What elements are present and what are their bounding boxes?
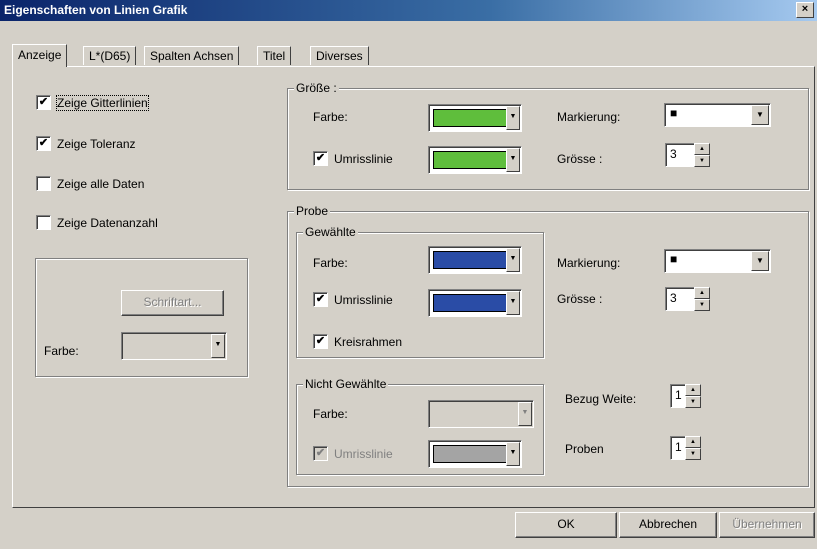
- checkbox-zeige-alle-daten[interactable]: [36, 176, 51, 191]
- proben-value: 1: [675, 440, 682, 454]
- groesse-groesse-label: Grösse :: [557, 152, 603, 166]
- nicht-gewaehlte-farbe-label: Farbe:: [313, 407, 348, 421]
- ok-button[interactable]: OK: [515, 512, 617, 538]
- nicht-gewaehlte-umriss-picker[interactable]: ▼: [428, 440, 522, 468]
- groesse-umriss-swatch: [433, 151, 507, 169]
- gewaehlte-title: Gewählte: [303, 225, 358, 239]
- groesse-markierung-select[interactable]: ■ ▼: [664, 103, 771, 127]
- bezug-weite-value: 1: [675, 388, 682, 402]
- label-zeige-alle-daten: Zeige alle Daten: [57, 177, 145, 191]
- chevron-down-icon: ▼: [506, 148, 520, 172]
- spin-down-icon[interactable]: ▼: [685, 396, 701, 408]
- groesse-title: Größe :: [294, 81, 339, 95]
- groesse-farbe-label: Farbe:: [313, 110, 348, 124]
- schriftart-button[interactable]: Schriftart...: [121, 290, 224, 316]
- label-zeige-datenanzahl: Zeige Datenanzahl: [57, 216, 158, 230]
- label-zeige-gitterlinien: Zeige Gitterlinien: [56, 95, 149, 111]
- square-icon: ■: [670, 252, 678, 266]
- checkbox-groesse-umrisslinie[interactable]: ✔: [313, 151, 328, 166]
- gewaehlte-farbe-swatch: [433, 251, 507, 269]
- tab-l-d65[interactable]: L*(D65): [83, 46, 137, 65]
- checkbox-zeige-gitterlinien[interactable]: ✔: [36, 95, 51, 110]
- tab-titel[interactable]: Titel: [257, 46, 292, 65]
- tab-anzeige[interactable]: Anzeige: [12, 44, 68, 67]
- groesse-umriss-label: Umrisslinie: [334, 152, 393, 166]
- spin-down-icon[interactable]: ▼: [685, 448, 701, 460]
- probe-groesse-value: 3: [670, 291, 677, 305]
- probe-groesse-spinner[interactable]: 3 ▲ ▼: [665, 287, 711, 311]
- probe-title: Probe: [294, 204, 331, 218]
- groesse-umriss-picker[interactable]: ▼: [428, 146, 522, 174]
- groesse-farbe-picker[interactable]: ▼: [428, 104, 522, 132]
- gewaehlte-farbe-label: Farbe:: [313, 256, 348, 270]
- spin-down-icon[interactable]: ▼: [694, 299, 710, 311]
- spin-up-icon[interactable]: ▲: [694, 143, 710, 155]
- cancel-button[interactable]: Abbrechen: [619, 512, 717, 538]
- groesse-markierung-label: Markierung:: [557, 110, 621, 124]
- gewaehlte-farbe-picker[interactable]: ▼: [428, 246, 522, 274]
- close-button[interactable]: ×: [796, 2, 814, 18]
- chevron-down-icon: ▼: [506, 248, 520, 272]
- groesse-groesse-value: 3: [670, 147, 677, 161]
- spin-up-icon[interactable]: ▲: [694, 287, 710, 299]
- nicht-gewaehlte-umriss-swatch: [433, 445, 507, 463]
- chevron-down-icon: ▼: [211, 334, 225, 358]
- spin-down-icon[interactable]: ▼: [694, 155, 710, 167]
- groesse-farbe-swatch: [433, 109, 507, 127]
- chevron-down-icon: ▼: [751, 105, 769, 125]
- gewaehlte-umriss-picker[interactable]: ▼: [428, 289, 522, 317]
- chevron-down-icon: ▼: [518, 402, 532, 426]
- checkbox-nicht-gewaehlte-umrisslinie[interactable]: ✔: [313, 446, 328, 461]
- proben-label: Proben: [565, 442, 604, 456]
- bezug-weite-spinner[interactable]: 1 ▲ ▼: [670, 384, 716, 408]
- chevron-down-icon: ▼: [506, 442, 520, 466]
- kreisrahmen-label: Kreisrahmen: [334, 335, 403, 349]
- probe-groesse-label: Grösse :: [557, 292, 603, 306]
- probe-markierung-select[interactable]: ■ ▼: [664, 249, 771, 273]
- chevron-down-icon: ▼: [506, 106, 520, 130]
- window-title: Eigenschaften von Linien Grafik: [4, 3, 188, 17]
- nicht-gewaehlte-farbe-picker[interactable]: ▼: [428, 400, 534, 428]
- title-bar: Eigenschaften von Linien Grafik ×: [0, 0, 817, 21]
- left-farbe-label: Farbe:: [44, 344, 79, 358]
- spin-up-icon[interactable]: ▲: [685, 384, 701, 396]
- checkbox-kreisrahmen[interactable]: ✔: [313, 334, 328, 349]
- nicht-gewaehlte-umriss-label: Umrisslinie: [334, 447, 393, 461]
- gewaehlte-umriss-label: Umrisslinie: [334, 293, 393, 307]
- checkbox-zeige-datenanzahl[interactable]: [36, 215, 51, 230]
- square-icon: ■: [670, 106, 678, 120]
- left-farbe-picker[interactable]: ▼: [121, 332, 227, 360]
- bezug-weite-label: Bezug Weite:: [565, 392, 637, 406]
- spin-up-icon[interactable]: ▲: [685, 436, 701, 448]
- proben-spinner[interactable]: 1 ▲ ▼: [670, 436, 716, 460]
- chevron-down-icon: ▼: [506, 291, 520, 315]
- checkbox-zeige-toleranz[interactable]: ✔: [36, 136, 51, 151]
- nicht-gewaehlte-title: Nicht Gewählte: [303, 377, 389, 391]
- tab-diverses[interactable]: Diverses: [310, 46, 369, 65]
- gewaehlte-umriss-swatch: [433, 294, 507, 312]
- groesse-groesse-spinner[interactable]: 3 ▲ ▼: [665, 143, 711, 167]
- label-zeige-toleranz: Zeige Toleranz: [57, 137, 136, 151]
- checkbox-gewaehlte-umrisslinie[interactable]: ✔: [313, 292, 328, 307]
- chevron-down-icon: ▼: [751, 251, 769, 271]
- probe-markierung-label: Markierung:: [557, 256, 621, 270]
- tab-spalten-achsen[interactable]: Spalten Achsen: [144, 46, 240, 65]
- apply-button[interactable]: Übernehmen: [719, 512, 815, 538]
